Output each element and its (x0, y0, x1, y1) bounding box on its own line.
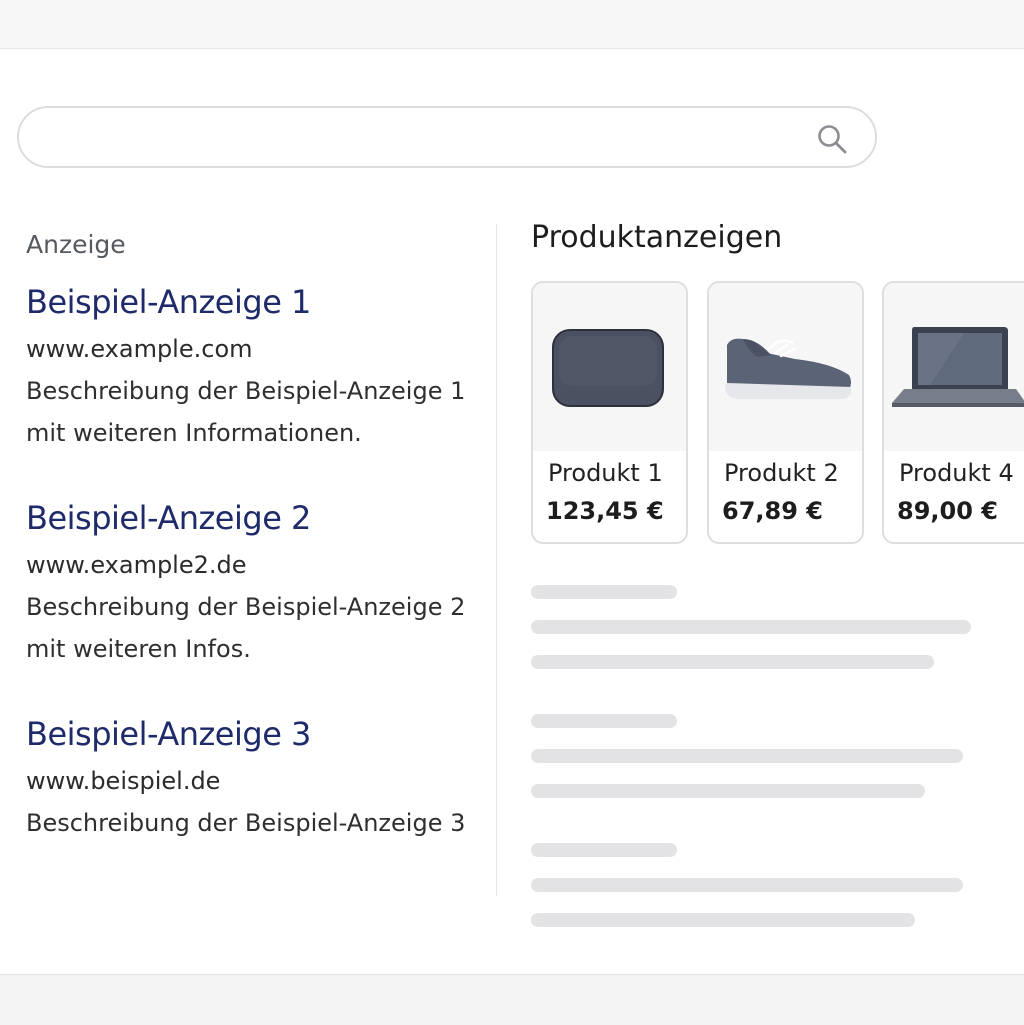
product-price: 123,45 € (546, 497, 664, 525)
placeholder-line (531, 843, 677, 857)
ad-item: Beispiel-Anzeige 3 www.beispiel.de Besch… (26, 714, 496, 844)
product-card[interactable]: Produkt 4 89,00 € (882, 281, 1024, 544)
product-thumbnail (533, 283, 686, 451)
search-icon[interactable] (815, 122, 849, 156)
search-input[interactable] (17, 106, 877, 168)
ad-item: Beispiel-Anzeige 2 www.example2.de Besch… (26, 498, 496, 670)
product-card[interactable]: Produkt 1 123,45 € (531, 281, 688, 544)
placeholder-line (531, 878, 963, 892)
ad-label: Anzeige (26, 230, 126, 259)
placeholder-line (531, 749, 963, 763)
placeholder-line (531, 784, 925, 798)
product-name[interactable]: Produkt 1 (548, 459, 663, 487)
product-name[interactable]: Produkt 2 (724, 459, 839, 487)
column-divider (496, 224, 497, 896)
placeholder-line (531, 585, 677, 599)
product-price: 67,89 € (722, 497, 823, 525)
shoe-image (725, 338, 852, 399)
product-card[interactable]: Produkt 2 67,89 € (707, 281, 864, 544)
placeholder-line (531, 913, 915, 927)
ad-url[interactable]: www.example2.de (26, 550, 496, 580)
ad-description: Beschreibung der Beispiel-Anzeige 1 mit … (26, 377, 466, 447)
bottom-bar (0, 974, 1024, 1025)
ad-title-link[interactable]: Beispiel-Anzeige 3 (26, 714, 496, 754)
laptop-image (892, 327, 1024, 407)
placeholder-line (531, 620, 971, 634)
ad-item: Beispiel-Anzeige 1 www.example.com Besch… (26, 282, 496, 454)
ad-title-link[interactable]: Beispiel-Anzeige 1 (26, 282, 496, 322)
ad-title-link[interactable]: Beispiel-Anzeige 2 (26, 498, 496, 538)
product-name[interactable]: Produkt 4 (899, 459, 1014, 487)
product-price: 89,00 € (897, 497, 998, 525)
ad-description: Beschreibung der Beispiel-Anzeige 2 mit … (26, 593, 466, 663)
product-thumbnail (884, 283, 1024, 451)
placeholder-line (531, 714, 677, 728)
ad-description: Beschreibung der Beispiel-Anzeige 3 (26, 809, 466, 837)
top-bar (0, 0, 1024, 49)
product-thumbnail (709, 283, 862, 451)
ad-url[interactable]: www.beispiel.de (26, 766, 496, 796)
cushion-image (552, 329, 664, 407)
products-heading: Produktanzeigen (531, 220, 783, 255)
placeholder-line (531, 655, 934, 669)
ad-url[interactable]: www.example.com (26, 334, 496, 364)
search-field[interactable] (43, 120, 807, 156)
